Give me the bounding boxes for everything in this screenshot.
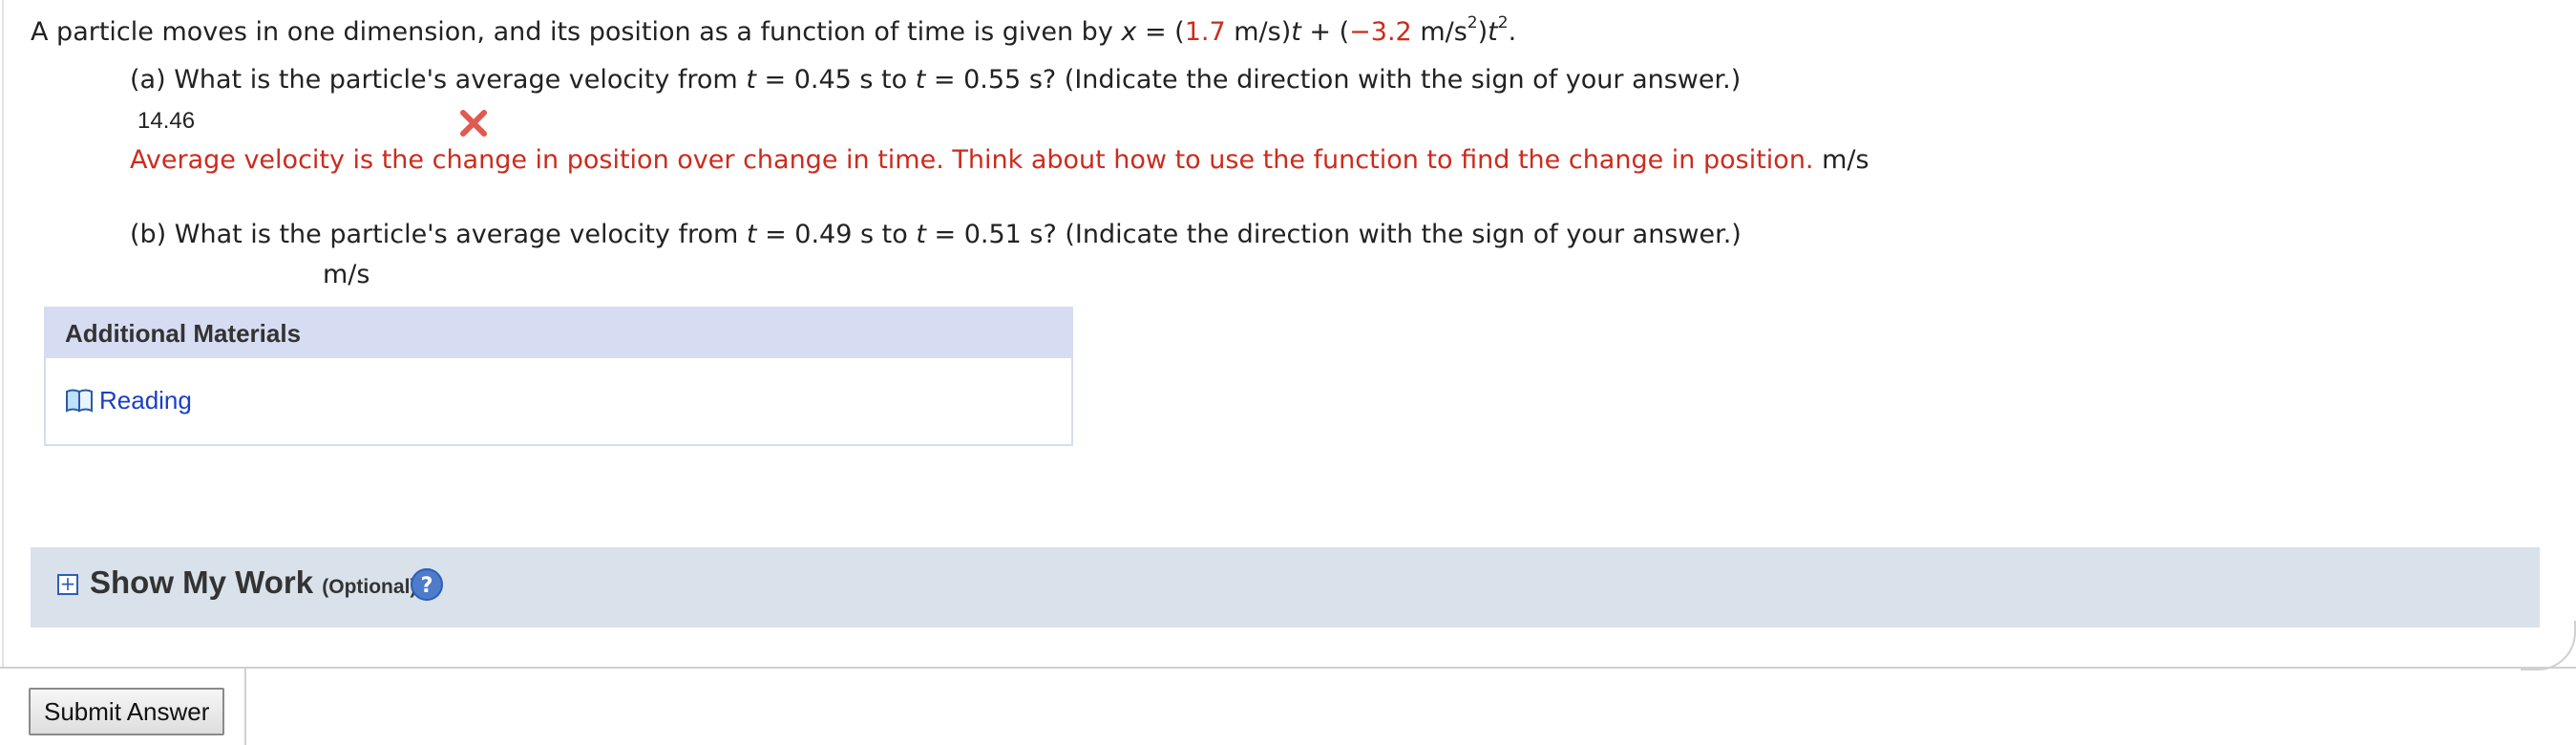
time-variable: t bbox=[916, 220, 926, 249]
reading-link[interactable]: Reading bbox=[99, 386, 192, 415]
show-my-work-toggle[interactable]: Show My Work (Optional) bbox=[90, 564, 416, 601]
time-variable: t bbox=[1488, 17, 1498, 47]
frame-border bbox=[2, 0, 4, 669]
part-b-unit: m/s bbox=[323, 260, 370, 289]
incorrect-x-icon bbox=[460, 110, 487, 137]
part-a-unit: m/s bbox=[1813, 145, 1869, 175]
acceleration-unit: m/s bbox=[1411, 17, 1467, 47]
position-variable: x bbox=[1121, 17, 1137, 47]
part-b-question: (b) What is the particle's average veloc… bbox=[130, 216, 1742, 254]
equation-part: + ( bbox=[1300, 17, 1350, 47]
submit-answer-button[interactable]: Submit Answer bbox=[29, 688, 225, 735]
time-variable: t bbox=[746, 65, 756, 95]
part-a-end: = 0.55 s? (Indicate the direction with t… bbox=[925, 65, 1742, 95]
help-icon[interactable]: ? bbox=[409, 566, 445, 603]
optional-label: (Optional) bbox=[322, 576, 417, 598]
additional-materials-panel: Additional Materials Reading bbox=[44, 307, 1073, 446]
show-my-work-bar: + Show My Work (Optional) ? bbox=[31, 547, 2540, 628]
part-a-answer-row: 14.46 bbox=[137, 103, 710, 141]
book-icon bbox=[66, 389, 93, 413]
feedback-message: Average velocity is the change in positi… bbox=[130, 145, 1814, 175]
part-b-start: = 0.49 s to bbox=[756, 220, 917, 249]
show-my-work-title: Show My Work bbox=[90, 564, 314, 600]
equation-part: . bbox=[1508, 17, 1517, 47]
question-intro: A particle moves in one dimension, and i… bbox=[31, 17, 1122, 47]
time-exponent: 2 bbox=[1497, 13, 1509, 32]
svg-text:?: ? bbox=[421, 574, 433, 598]
panel-divider bbox=[0, 667, 2576, 669]
acceleration-coefficient: −3.2 bbox=[1349, 17, 1412, 47]
plus-box-icon[interactable]: + bbox=[57, 574, 78, 595]
equation-part: ) bbox=[1477, 17, 1489, 47]
part-a-answer-value: 14.46 bbox=[137, 108, 196, 134]
velocity-coefficient: 1.7 bbox=[1184, 17, 1226, 47]
additional-materials-header: Additional Materials bbox=[46, 309, 1071, 358]
time-variable: t bbox=[1291, 17, 1301, 47]
materials-item-reading[interactable]: Reading bbox=[65, 383, 192, 417]
time-variable: t bbox=[915, 65, 926, 95]
question-text: A particle moves in one dimension, and i… bbox=[31, 13, 1516, 52]
part-a-start: = 0.45 s to bbox=[755, 65, 916, 95]
part-b-prefix: (b) What is the particle's average veloc… bbox=[130, 220, 747, 249]
part-a-question: (a) What is the particle's average veloc… bbox=[130, 61, 1741, 99]
unit-exponent: 2 bbox=[1467, 13, 1478, 32]
part-a-feedback: Average velocity is the change in positi… bbox=[130, 141, 1869, 180]
velocity-unit: m/s) bbox=[1225, 17, 1292, 47]
time-variable: t bbox=[746, 220, 757, 249]
part-a-prefix: (a) What is the particle's average veloc… bbox=[130, 65, 747, 95]
part-b-end: = 0.51 s? (Indicate the direction with t… bbox=[925, 220, 1742, 249]
panel-corner bbox=[2521, 621, 2576, 670]
equation-part: = ( bbox=[1136, 17, 1185, 47]
